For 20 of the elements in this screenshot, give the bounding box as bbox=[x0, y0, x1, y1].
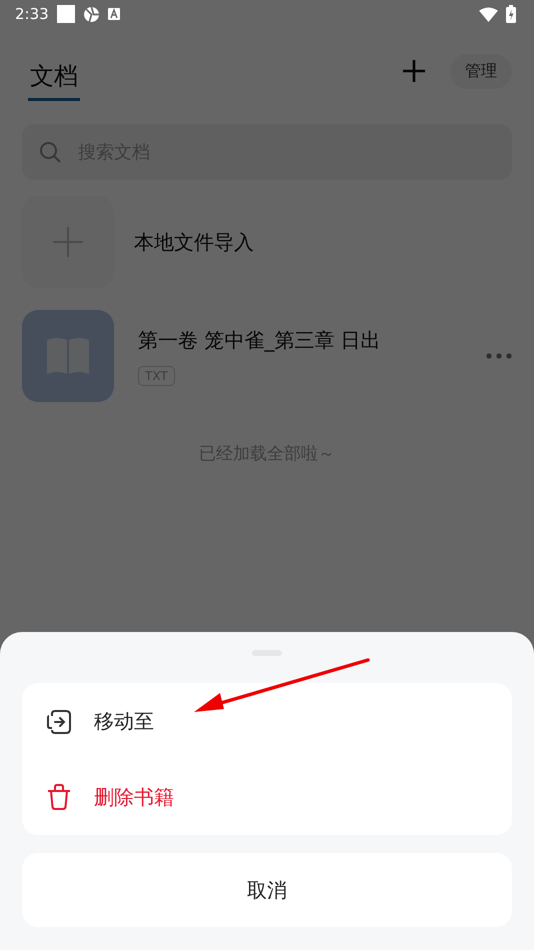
status-time: 2:33 bbox=[15, 5, 49, 23]
manage-button[interactable]: 管理 bbox=[450, 54, 512, 88]
font-a-icon bbox=[108, 8, 120, 20]
cancel-button[interactable]: 取消 bbox=[22, 853, 512, 927]
plus-icon[interactable] bbox=[402, 59, 426, 83]
documents-tab[interactable]: 文档 bbox=[28, 54, 80, 100]
book-cover[interactable] bbox=[22, 310, 114, 402]
aperture-icon bbox=[82, 6, 100, 22]
wifi-icon bbox=[479, 6, 498, 22]
more-icon[interactable] bbox=[486, 353, 512, 359]
open-book-icon bbox=[45, 336, 91, 376]
document-title[interactable]: 第一卷 笼中雀_第三章 日出 bbox=[138, 326, 381, 354]
notification-square-icon bbox=[56, 5, 75, 23]
action-item[interactable]: 删除书籍 bbox=[22, 759, 512, 835]
move-out-icon bbox=[46, 707, 72, 735]
import-label[interactable]: 本地文件导入 bbox=[134, 228, 254, 256]
action-item[interactable]: 移动至 bbox=[22, 683, 512, 759]
trash-icon bbox=[46, 783, 72, 811]
plus-icon bbox=[52, 226, 84, 258]
battery-charging-icon bbox=[506, 5, 516, 23]
